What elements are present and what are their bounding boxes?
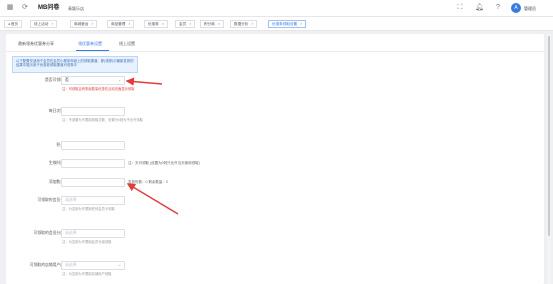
tab-coupon-settings[interactable]: 优惠券领取设置 ×: [268, 20, 307, 28]
tab-bar: ◂ 首页 线上活动 × 商城营运 × 商品管理 × 优惠券 × 会员 × 积分商 × 数据分…: [0, 17, 553, 31]
points-label: 积分: [4, 142, 64, 148]
fullscreen-icon[interactable]: ⛶: [456, 4, 464, 12]
subtab-coupon-settings[interactable]: 领优惠券设置: [78, 41, 102, 47]
points-input[interactable]: [61, 141, 125, 150]
subtab-invite-share[interactable]: 邀新领券优惠券分享: [18, 41, 54, 47]
member-level-select[interactable]: 请选择: [61, 196, 125, 205]
expire-hint: 注：天可领取 (设置为0则只允许当天使用领取): [128, 161, 200, 165]
daily-input[interactable]: [61, 107, 125, 116]
quantity-extra: 发放份数：0 剩余数量：0: [128, 180, 168, 184]
store-type-select[interactable]: 请选择 ⌄: [61, 261, 125, 270]
member-level-hint: 注：为空则为不限制任何会员卡领取: [62, 207, 115, 211]
expire-label: 生效时间: [48, 161, 64, 165]
member-level-label: 可领取的会员卡: [37, 198, 64, 202]
top-bar: ▦ ⟳ MB问卷 青颖乐店 ⛶ 🔔︎ ? A 管理员: [0, 0, 553, 17]
refresh-icon[interactable]: ⟳: [21, 4, 29, 12]
bell-icon[interactable]: 🔔︎: [475, 4, 484, 12]
member-tag-select[interactable]: 请选择: [61, 229, 125, 238]
scrollbar-thumb[interactable]: [548, 36, 550, 236]
tab-coupons[interactable]: 优惠券 ×: [144, 20, 168, 28]
limit-select[interactable]: 否 ⌄: [61, 76, 125, 85]
tab-members[interactable]: 会员 ×: [175, 20, 196, 28]
quantity-input[interactable]: [61, 178, 125, 187]
member-tag-label: 可领取的会员分组: [33, 231, 64, 235]
info-notice: 以下配置仅适用于会员在会员小程序商城上的领取渠道。即(领券)中最新发券的结果中展…: [12, 56, 138, 73]
grid-icon[interactable]: ▦: [6, 4, 14, 12]
limit-select-hint: 注：可领取且有剩余数量优惠在活动页面显示领取: [62, 87, 135, 91]
daily-label: 每日次数: [48, 109, 64, 113]
chevron-down-icon: ⌄: [117, 263, 121, 267]
tab-divider: [6, 51, 544, 52]
member-tag-placeholder: 请选择: [65, 231, 77, 235]
store-type-hint: 注：为空则为不限制店铺用户领取: [62, 272, 112, 276]
limit-select-label: 是否可领取: [45, 78, 64, 82]
daily-hint: 注：不设置为不限制领取次数，设置为0则为不允许领取: [62, 118, 143, 122]
store-type-placeholder: 请选择: [65, 263, 77, 267]
content-card: 邀新领券优惠券分享 领优惠券设置 线上设置 以下配置仅适用于会员在会员小程序商城…: [6, 34, 544, 284]
subtab-online-settings[interactable]: 线上设置: [119, 41, 135, 47]
app-logo: MB问卷: [38, 5, 60, 11]
expire-input[interactable]: [61, 159, 125, 168]
store-type-label: 可领取的店铺用户群: [29, 263, 64, 267]
member-level-placeholder: 请选择: [65, 198, 77, 202]
avatar[interactable]: A: [511, 3, 521, 13]
tab-mall-ops[interactable]: 商城营运 ×: [70, 20, 98, 28]
help-icon[interactable]: ?: [494, 4, 502, 12]
store-name[interactable]: 青颖乐店: [68, 5, 84, 12]
tab-online-activity[interactable]: 线上活动 ×: [30, 20, 58, 28]
quantity-label: 添加数量: [48, 180, 64, 184]
tab-home[interactable]: ◂ 首页: [4, 20, 22, 28]
member-tag-hint: 注：为空则为不限制会员分组领取: [62, 240, 112, 244]
chevron-down-icon: ⌄: [117, 78, 121, 82]
tab-points[interactable]: 积分商 ×: [200, 20, 224, 28]
tab-products[interactable]: 商品管理 ×: [107, 20, 135, 28]
tab-analytics[interactable]: 数据分析 ×: [230, 20, 258, 28]
limit-select-value: 否: [65, 78, 69, 82]
user-name[interactable]: 管理员: [524, 5, 536, 12]
